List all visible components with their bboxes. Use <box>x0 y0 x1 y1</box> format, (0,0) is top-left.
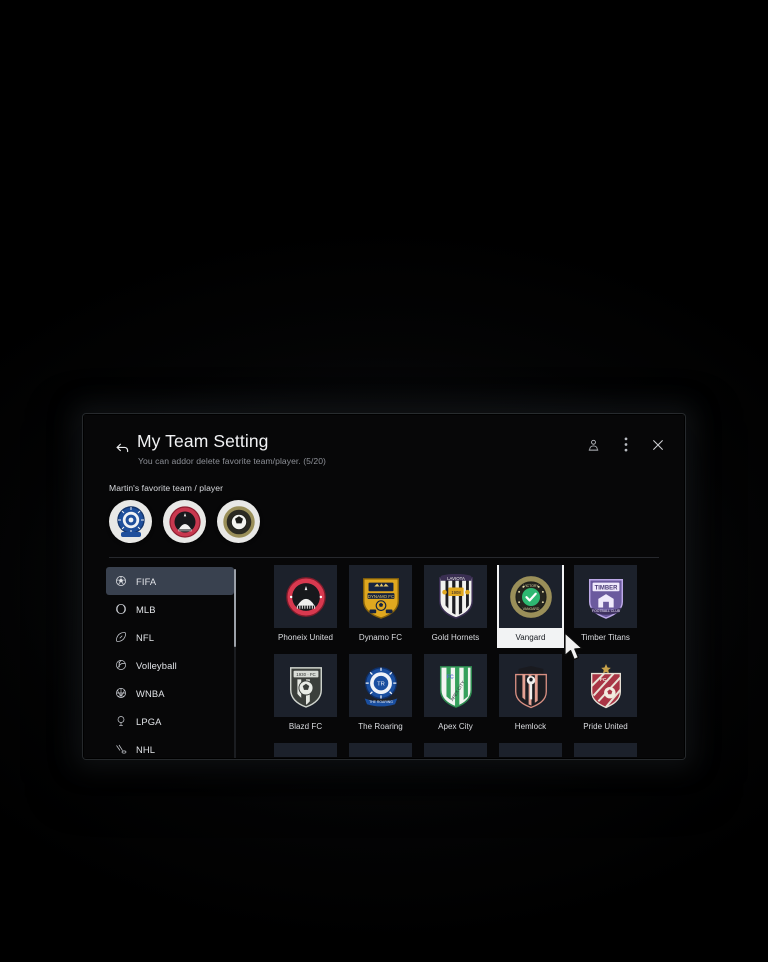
team-logo-crest-circle-red <box>274 565 337 628</box>
team-logo-shield-white-stripe: LAVIOTA 1908 <box>424 565 487 628</box>
favorite-avatar-gold[interactable] <box>217 500 260 543</box>
team-logo-shield-crown-salmon <box>499 654 562 717</box>
svg-text:DYNAMO FC: DYNAMO FC <box>367 593 393 598</box>
favorite-avatar-red[interactable] <box>163 500 206 543</box>
team-card-partial[interactable] <box>274 743 337 757</box>
sidebar-item-label: WNBA <box>136 687 165 699</box>
section-divider <box>109 557 659 558</box>
team-logo-shield-partial <box>349 743 412 757</box>
basketball-icon <box>114 687 127 700</box>
team-card-apex-city[interactable]: FC APEX CITY Apex City <box>424 654 487 735</box>
team-grid: Phoneix United DYNAMO FC Dynamo FC LAVIO… <box>274 565 668 757</box>
team-logo-badge-gold-check: VICTORY VANGARD <box>499 565 562 628</box>
team-logo-shield-crimson-star: FC <box>574 654 637 717</box>
team-card-label: Apex City <box>438 721 473 731</box>
team-card-label: The Roaring <box>358 721 403 731</box>
account-icon[interactable] <box>585 436 602 453</box>
team-logo-shield-purple: TIMBER FOOTBALL CLUB <box>574 565 637 628</box>
team-card-partial[interactable] <box>424 743 487 757</box>
svg-text:LAVIOTA: LAVIOTA <box>447 576 465 581</box>
team-logo-shield-partial <box>274 743 337 757</box>
sidebar-scrollbar-thumb[interactable] <box>234 569 236 647</box>
favorite-avatar-blue[interactable] <box>109 500 152 543</box>
team-card-gold-hornets[interactable]: LAVIOTA 1908 Gold Hornets <box>424 565 487 646</box>
sidebar-item-label: MLB <box>136 603 156 615</box>
sidebar-item-nfl[interactable]: NFL <box>106 623 234 651</box>
more-options-icon[interactable] <box>617 436 634 453</box>
svg-text:FOOTBALL CLUB: FOOTBALL CLUB <box>592 608 621 612</box>
back-arrow-icon[interactable] <box>111 437 133 459</box>
sidebar-item-mlb[interactable]: MLB <box>106 595 234 623</box>
svg-text:1930 · FC: 1930 · FC <box>296 671 315 676</box>
volleyball-icon <box>114 659 127 672</box>
team-card-partial[interactable] <box>349 743 412 757</box>
team-card-the-roaring[interactable]: TR THE ROARING The Roaring <box>349 654 412 735</box>
team-logo-crest-circle-blue: TR THE ROARING <box>349 654 412 717</box>
team-grid-container: Phoneix United DYNAMO FC Dynamo FC LAVIO… <box>274 565 668 758</box>
favorites-row <box>109 500 260 543</box>
tv-screen: My Team Setting You can addor delete fav… <box>84 415 684 758</box>
soccer-ball-icon <box>114 575 127 588</box>
team-logo-shield-gray-ball: 1930 · FC <box>274 654 337 717</box>
team-card-timber-titans[interactable]: TIMBER FOOTBALL CLUB Timber Titans <box>574 565 637 646</box>
svg-text:FC: FC <box>599 677 606 683</box>
sidebar-item-wnba[interactable]: WNBA <box>106 679 234 707</box>
sports-sidebar[interactable]: FIFA MLB NFL Volleyball WNBA LPGA NHL <box>106 567 234 758</box>
team-card-phoneix-united[interactable]: Phoneix United <box>274 565 337 646</box>
sidebar-item-label: FIFA <box>136 575 157 587</box>
sidebar-item-label: Volleyball <box>136 659 177 671</box>
sidebar-item-label: NHL <box>136 743 156 755</box>
sidebar-item-label: NFL <box>136 631 155 643</box>
team-card-label: Gold Hornets <box>431 632 480 642</box>
hockey-icon <box>114 743 127 756</box>
team-card-partial[interactable] <box>499 743 562 757</box>
team-card-label: Blazd FC <box>288 721 323 731</box>
team-card-label: Phoneix United <box>278 632 333 642</box>
team-card-label: Dynamo FC <box>358 632 403 642</box>
team-card-label: Vangard <box>499 628 562 646</box>
page-title: My Team Setting <box>137 431 269 451</box>
close-icon[interactable] <box>649 436 666 453</box>
team-card-vangard[interactable]: VICTORY VANGARD Vangard <box>497 565 564 648</box>
team-card-partial[interactable] <box>574 743 637 757</box>
header: My Team Setting You can addor delete fav… <box>84 415 684 477</box>
team-logo-shield-partial <box>574 743 637 757</box>
svg-text:THE ROARING: THE ROARING <box>369 699 393 703</box>
sidebar-item-volleyball[interactable]: Volleyball <box>106 651 234 679</box>
tv-device-frame: My Team Setting You can addor delete fav… <box>83 414 685 759</box>
svg-text:VANGARD: VANGARD <box>522 606 539 610</box>
sidebar-item-fifa[interactable]: FIFA <box>106 567 234 595</box>
sidebar-scrollbar[interactable] <box>234 569 236 758</box>
team-card-dynamo-fc[interactable]: DYNAMO FC Dynamo FC <box>349 565 412 646</box>
svg-text:TIMBER: TIMBER <box>594 585 617 591</box>
sidebar-item-nhl[interactable]: NHL <box>106 735 234 758</box>
team-card-blazd-fc[interactable]: 1930 · FC Blazd FC <box>274 654 337 735</box>
football-icon <box>114 631 127 644</box>
favorites-label: Martin's favorite team / player <box>109 483 223 493</box>
baseball-icon <box>114 603 127 616</box>
sidebar-item-lpga[interactable]: LPGA <box>106 707 234 735</box>
team-card-label: Hemlock <box>514 721 547 731</box>
svg-text:TR: TR <box>377 681 385 687</box>
page-subtitle: You can addor delete favorite team/playe… <box>138 456 326 466</box>
svg-text:1908: 1908 <box>451 589 461 594</box>
sidebar-item-label: LPGA <box>136 715 162 727</box>
svg-text:VICTORY: VICTORY <box>523 584 539 588</box>
team-logo-shield-partial <box>424 743 487 757</box>
team-card-label: Timber Titans <box>581 632 630 642</box>
team-logo-shield-green: FC APEX CITY <box>424 654 487 717</box>
team-card-label: Pride United <box>583 721 628 731</box>
team-card-pride-united[interactable]: FC Pride United <box>574 654 637 735</box>
header-actions <box>585 436 666 453</box>
team-card-hemlock[interactable]: Hemlock <box>499 654 562 735</box>
team-logo-shield-partial <box>499 743 562 757</box>
golf-icon <box>114 715 127 728</box>
team-logo-shield-gold: DYNAMO FC <box>349 565 412 628</box>
svg-text:FC: FC <box>446 674 453 680</box>
